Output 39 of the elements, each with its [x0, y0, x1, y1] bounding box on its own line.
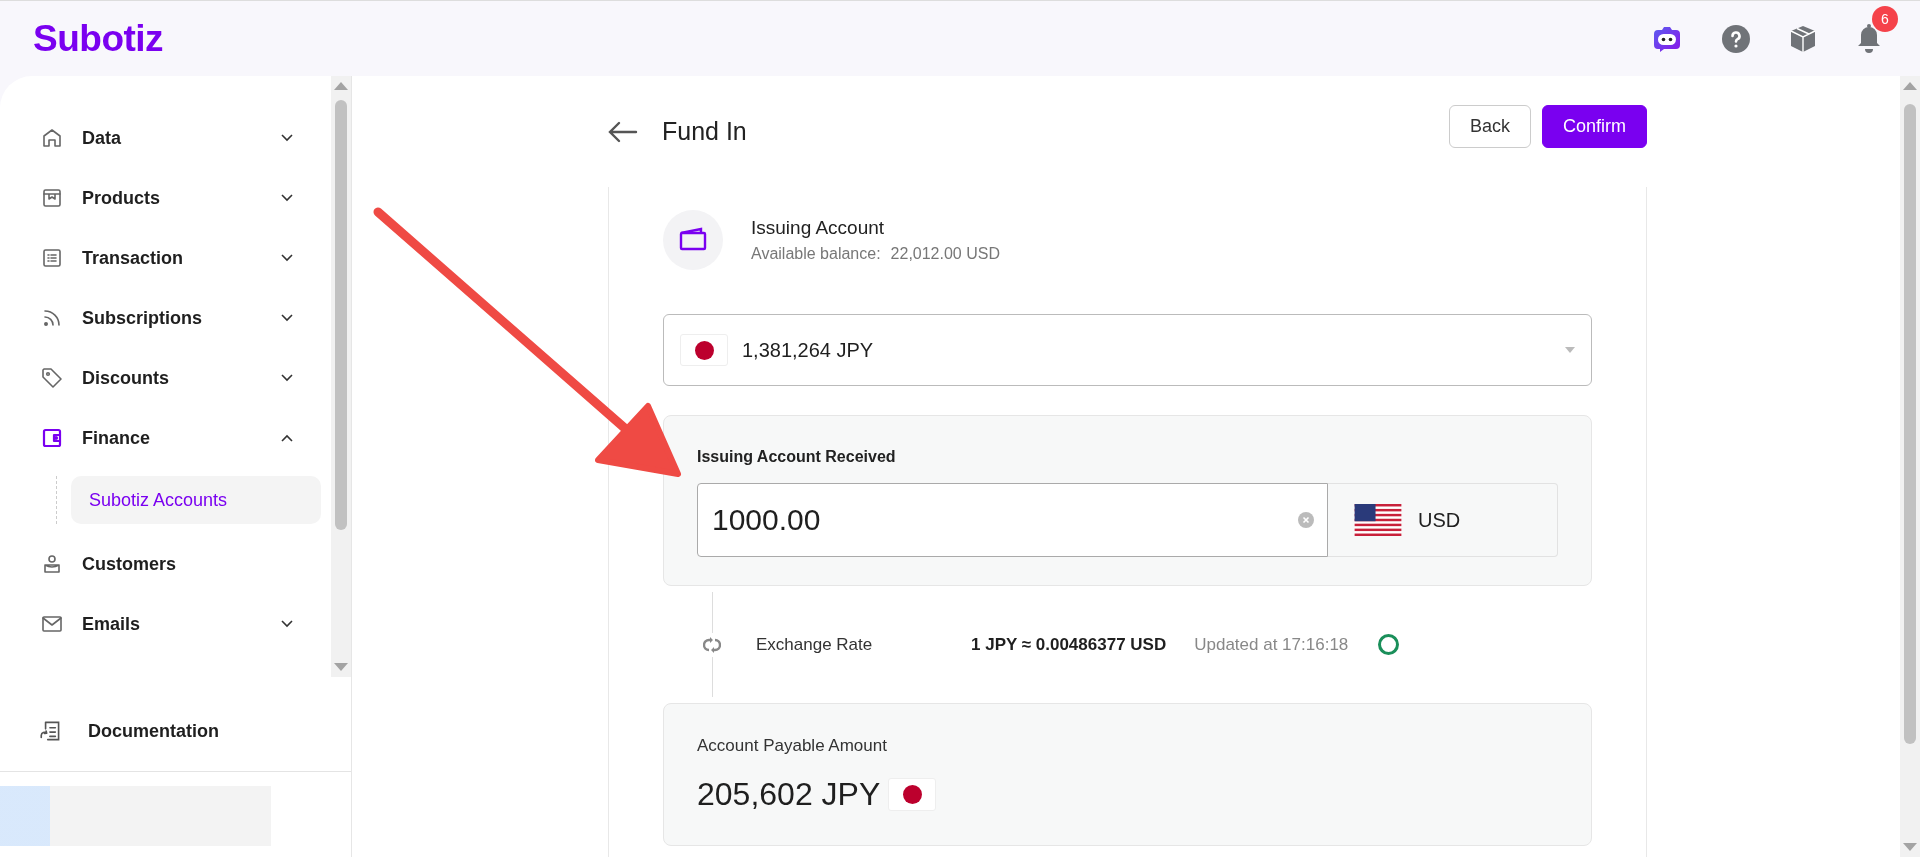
nav-item[interactable]: Customers: [0, 534, 331, 594]
back-arrow-icon[interactable]: [608, 120, 638, 143]
confirm-button[interactable]: Confirm: [1542, 105, 1647, 148]
robot-assistant-icon[interactable]: [1652, 24, 1682, 53]
update-time: Updated at 17:16:18: [1194, 634, 1349, 655]
japan-flag-icon: [680, 334, 728, 366]
nav-item[interactable]: Emails: [0, 594, 331, 654]
nav-item[interactable]: Discounts: [0, 348, 331, 408]
exchange-rate-label: Exchange Rate: [756, 634, 874, 655]
back-button[interactable]: Back: [1448, 105, 1531, 148]
page-scrollbar[interactable]: [1900, 76, 1920, 857]
notification-count: 6: [1872, 5, 1898, 32]
logo[interactable]: Subotiz: [33, 17, 164, 60]
page-title: Fund In: [662, 117, 748, 146]
balance-value: 22,012.00 USD: [890, 245, 1000, 263]
nav-item[interactable]: Products: [0, 168, 331, 228]
exchange-rate-value: 1 JPY ≈ 0.00486377 USD: [971, 634, 1167, 655]
documentation-link[interactable]: Documentation: [0, 691, 351, 772]
payable-amount: 205,602 JPY: [697, 776, 881, 813]
nav-item[interactable]: Data: [0, 108, 331, 168]
help-icon[interactable]: [1722, 24, 1750, 53]
japan-flag-icon: [888, 778, 937, 811]
status-ring-icon: [1378, 634, 1400, 655]
amount-input-field[interactable]: 1000.00: [697, 483, 1328, 557]
payable-label: Account Payable Amount: [697, 736, 888, 756]
us-flag-icon: [1354, 504, 1402, 536]
package-icon[interactable]: [1790, 24, 1816, 53]
nav-item[interactable]: Finance: [0, 408, 331, 468]
caret-icon: [1565, 347, 1575, 353]
account-title: Issuing Account: [751, 217, 886, 239]
field-label: Issuing Account Received: [697, 448, 897, 466]
currency-display: USD: [1328, 483, 1558, 557]
sidebar-scrollbar[interactable]: [331, 76, 351, 677]
nav-item[interactable]: Transaction: [0, 228, 331, 288]
nav-subitem[interactable]: Subotiz Accounts: [71, 476, 321, 524]
currency-select[interactable]: 1,381,264 JPY: [663, 314, 1592, 386]
notification-bell-icon[interactable]: [1856, 23, 1882, 54]
nav-item[interactable]: Subscriptions: [0, 288, 331, 348]
balance-label: Available balance:: [751, 245, 881, 263]
